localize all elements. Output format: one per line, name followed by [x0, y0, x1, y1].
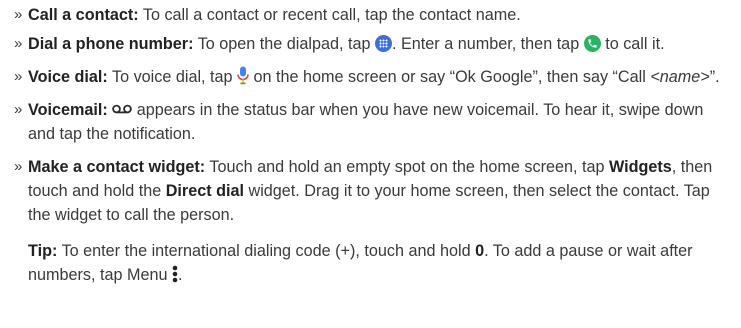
item-text: Touch and hold an empty spot on the home…	[205, 158, 609, 176]
item-heading: Voice dial:	[28, 68, 108, 86]
item-heading: Voicemail:	[28, 101, 108, 119]
bullet: »	[14, 68, 23, 85]
item-text: . Enter a number, then tap	[392, 35, 584, 53]
document-body: » Call a contact: To call a contact or r…	[14, 0, 734, 287]
bullet: »	[14, 6, 23, 23]
list-item-dial-number: » Dial a phone number: To open the dialp…	[14, 32, 734, 56]
item-text-name: <name>	[650, 68, 710, 86]
bullet: »	[14, 35, 23, 52]
tip-paragraph: Tip: To enter the international dialing …	[14, 239, 734, 287]
phone-call-icon	[583, 35, 601, 52]
dialpad-icon	[375, 35, 393, 52]
list-item-call-contact: » Call a contact: To call a contact or r…	[14, 3, 734, 27]
voicemail-icon	[112, 104, 133, 114]
item-heading: Call a contact:	[28, 6, 139, 24]
tip-text: To enter the international dialing code …	[57, 242, 476, 260]
bullet: »	[14, 101, 23, 118]
widgets-term: Widgets	[608, 158, 672, 176]
item-heading: Dial a phone number:	[28, 35, 194, 53]
item-text: To voice dial, tap	[107, 68, 238, 86]
menu-more-icon	[172, 265, 178, 283]
microphone-icon	[237, 66, 249, 85]
bullet: »	[14, 158, 23, 175]
item-text: on the home screen or say “Ok Google”, t…	[249, 68, 651, 86]
item-text: to call it.	[600, 35, 665, 53]
direct-dial-term: Direct dial	[165, 182, 244, 200]
item-text: To call a contact or recent call, tap th…	[138, 6, 521, 24]
item-heading: Make a contact widget:	[28, 158, 206, 176]
tip-heading: Tip:	[28, 242, 58, 260]
list-item-voicemail: » Voicemail: appears in the status bar w…	[14, 98, 734, 146]
list-item-contact-widget: » Make a contact widget: Touch and hold …	[14, 155, 734, 227]
list-item-voice-dial: » Voice dial: To voice dial, tap on the …	[14, 65, 734, 89]
tip-zero-key: 0	[475, 242, 485, 260]
item-text: ”.	[709, 68, 720, 86]
item-text: To open the dialpad, tap	[193, 35, 376, 53]
tip-text: .	[177, 266, 183, 284]
